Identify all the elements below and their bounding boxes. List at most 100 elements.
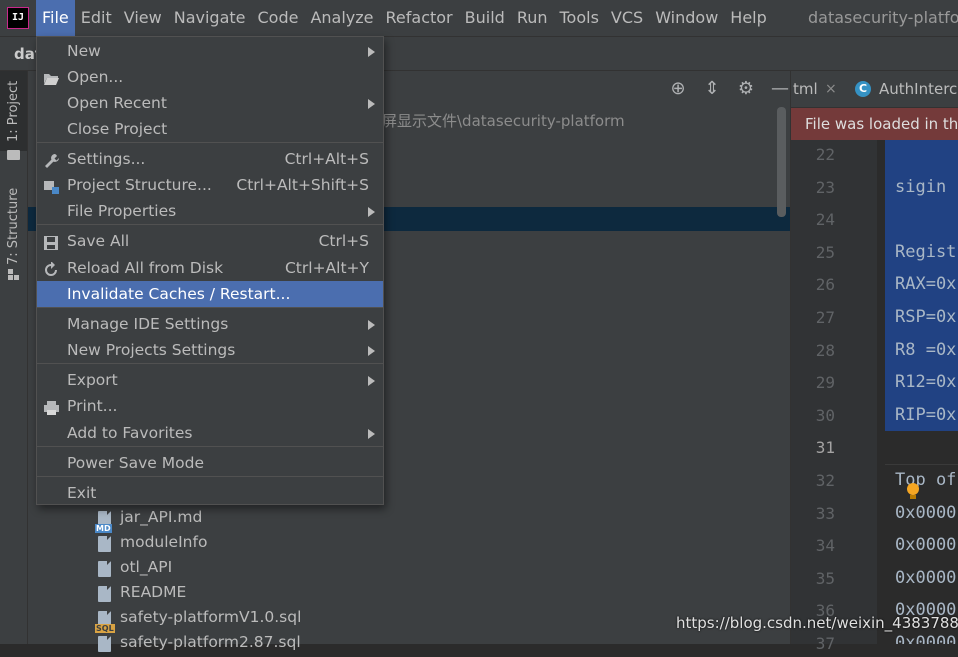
file-name: otl_API (120, 558, 173, 576)
menu-refactor[interactable]: Refactor (380, 0, 459, 36)
line-number: 30 (815, 405, 835, 425)
menu-bar: IJ File Edit View Navigate Code Analyze Refact… (0, 0, 958, 37)
code-line: Regist (895, 241, 957, 262)
menu-item-new[interactable]: New (37, 38, 383, 64)
menu-window[interactable]: Window (649, 0, 724, 36)
reload-icon (43, 260, 60, 276)
lightbulb-base (910, 495, 916, 499)
menu-navigate[interactable]: Navigate (168, 0, 252, 36)
line-number: 35 (815, 568, 835, 588)
menu-item-file-properties[interactable]: File Properties (37, 198, 383, 224)
menu-item-power-save-mode[interactable]: Power Save Mode (37, 450, 383, 476)
tab-project-label: 1: Project (6, 80, 21, 142)
menu-item-reload-all-from-disk[interactable]: Reload All from Disk Ctrl+Alt+Y (37, 255, 383, 281)
editor: tml × C AuthInterce File was loaded in t… (790, 71, 958, 653)
file-icon (98, 636, 111, 652)
java-class-icon: C (855, 81, 871, 97)
menu-view[interactable]: View (118, 0, 168, 36)
tab-project[interactable]: 1: Project (0, 71, 27, 151)
file-icon: SQL (95, 611, 115, 633)
gear-icon[interactable]: ⚙ (736, 79, 756, 99)
printer-icon (43, 398, 60, 415)
menu-item-label: Reload All from Disk (67, 259, 224, 277)
submenu-arrow-icon (368, 346, 375, 356)
file-icon (98, 536, 111, 552)
menu-item-label: File Properties (67, 202, 177, 220)
menu-item-project-structure[interactable]: Project Structure... Ctrl+Alt+Shift+S (37, 172, 383, 198)
menu-item-label: Save All (67, 232, 130, 250)
menu-item-exit[interactable]: Exit (37, 480, 383, 506)
menu-run[interactable]: Run (511, 0, 554, 36)
code-line: Top of (895, 470, 957, 490)
menu-item-shortcut: Ctrl+S (318, 232, 369, 250)
menu-analyze[interactable]: Analyze (304, 0, 379, 36)
menu-item-add-to-favorites[interactable]: Add to Favorites (37, 420, 383, 446)
line-number: 29 (815, 373, 835, 393)
menu-item-print[interactable]: Print... (37, 393, 383, 419)
watermark: https://blog.csdn.net/weixin_43837880 (676, 614, 958, 632)
menu-item-label: Project Structure... (67, 176, 212, 194)
editor-tab-auth[interactable]: AuthInterce (879, 71, 958, 107)
project-structure-icon (43, 177, 60, 194)
menu-item-label: New Projects Settings (67, 341, 236, 359)
collapse-all-icon[interactable]: ⇕ (702, 79, 722, 99)
project-scrollbar[interactable] (777, 107, 786, 217)
menu-file[interactable]: File (36, 0, 75, 36)
line-number: 32 (815, 471, 835, 490)
line-number: 26 (815, 275, 835, 295)
menu-item-open-recent[interactable]: Open Recent (37, 90, 383, 116)
menu-items: File Edit View Navigate Code Analyze Refactor B… (36, 0, 773, 36)
line-number: 23 (815, 177, 835, 197)
menu-item-manage-ide-settings[interactable]: Manage IDE Settings (37, 311, 383, 337)
close-icon[interactable]: × (825, 71, 837, 107)
menu-item-label: Add to Favorites (67, 424, 193, 442)
code-line: R12=0x (895, 372, 957, 393)
lightbulb-icon[interactable] (907, 483, 919, 495)
line-number-gutter: 22 23 24 25 26 27 28 29 30 31 32 33 34 35 36 37 (791, 140, 877, 653)
file-name: moduleInfo (120, 533, 208, 551)
menu-item-label: Print... (67, 397, 118, 415)
project-toolbar: ⊕ ⇕ ⚙ — (668, 79, 790, 103)
menu-item-label: Manage IDE Settings (67, 315, 229, 333)
folder-icon (7, 150, 20, 160)
intellij-logo-icon: IJ (7, 7, 29, 29)
tab-structure[interactable]: 7: Structure (0, 181, 27, 271)
menu-tools[interactable]: Tools (554, 0, 605, 36)
menu-item-close-project[interactable]: Close Project (37, 116, 383, 142)
submenu-arrow-icon (368, 376, 375, 386)
menu-item-invalidate-caches-restart[interactable]: Invalidate Caches / Restart... (37, 281, 383, 307)
file-name: README (120, 583, 187, 601)
menu-item-new-projects-settings[interactable]: New Projects Settings (37, 337, 383, 363)
menu-item-label: Close Project (67, 120, 168, 138)
menu-item-label: Settings... (67, 150, 146, 168)
menu-build[interactable]: Build (459, 0, 511, 36)
menu-separator (37, 307, 383, 308)
file-name: safety-platform2.87.sql (120, 633, 301, 651)
file-menu-dropdown: New Open... Open Recent Close Project Settin… (36, 36, 384, 505)
hide-panel-icon[interactable]: — (770, 79, 790, 99)
menu-item-shortcut: Ctrl+Alt+S (284, 150, 369, 168)
folder-open-icon (43, 69, 60, 85)
save-icon (43, 233, 60, 250)
menu-item-settings[interactable]: Settings... Ctrl+Alt+S (37, 146, 383, 172)
line-number: 28 (815, 340, 835, 360)
line-number: 24 (815, 210, 835, 230)
code-area[interactable]: sigin Regist RAX=0x RSP=0x R8 =0x R12=0x RIP=0… (885, 140, 958, 644)
menu-vcs[interactable]: VCS (605, 0, 649, 36)
file-icon (98, 561, 111, 577)
menu-item-label: Invalidate Caches / Restart... (67, 285, 291, 303)
code-line: R8 =0x (895, 339, 957, 360)
menu-help[interactable]: Help (724, 0, 772, 36)
menu-item-open[interactable]: Open... (37, 64, 383, 90)
menu-item-export[interactable]: Export (37, 367, 383, 393)
file-type-badge: MD (95, 524, 112, 533)
menu-edit[interactable]: Edit (75, 0, 118, 36)
menu-item-save-all[interactable]: Save All Ctrl+S (37, 228, 383, 254)
code-line: 0x0000 (895, 567, 957, 588)
code-divider (885, 464, 958, 465)
editor-tab-html[interactable]: tml (793, 71, 818, 107)
structure-icon (8, 269, 19, 280)
menu-code[interactable]: Code (252, 0, 305, 36)
menu-item-shortcut: Ctrl+Alt+Y (284, 259, 369, 277)
locate-icon[interactable]: ⊕ (668, 79, 688, 99)
